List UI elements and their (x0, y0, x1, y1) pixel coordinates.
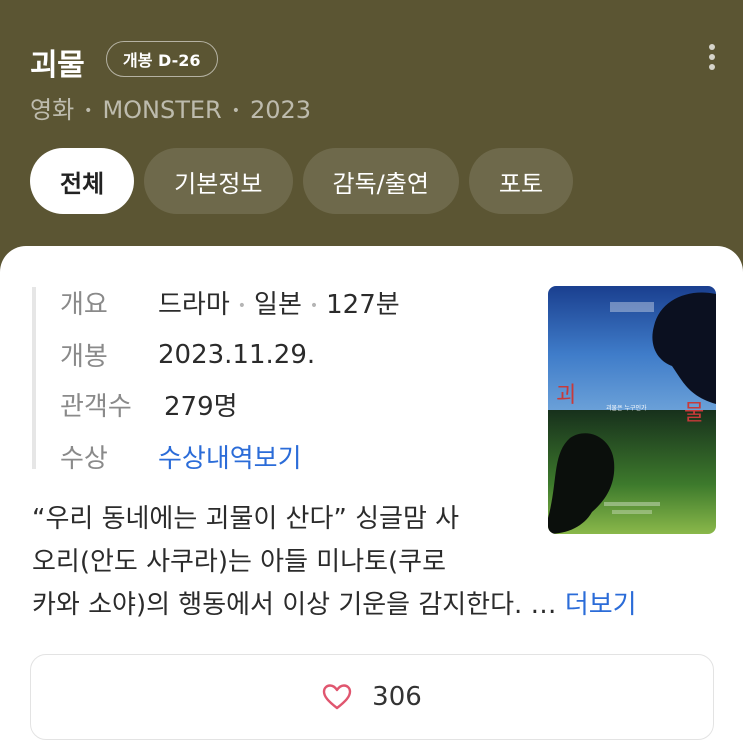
movie-title: 괴물 (30, 48, 85, 83)
synopsis-line-3-text: 카와 소야)의 행동에서 이상 기운을 감지한다. … (32, 590, 565, 620)
info-row-release: 개봉 2023.11.29. (60, 336, 315, 373)
info-key-overview: 개요 (60, 290, 108, 320)
release-date-value: 2023.11.29. (158, 339, 316, 370)
synopsis-line-3: 카와 소야)의 행동에서 이상 기운을 감지한다. … 더보기 (32, 584, 722, 627)
country-value: 일본 (254, 290, 302, 320)
like-button[interactable]: 306 (30, 654, 714, 740)
info-card: 개요 드라마 • 일본 • 127분 개봉 2023.11.29. 관객수 279명 수… (0, 246, 743, 753)
tab-director-cast[interactable]: 감독/출연 (302, 148, 459, 214)
release-dday-badge: 개봉 D-26 (106, 41, 218, 77)
poster-title-char-2: 물 (684, 401, 704, 426)
info-row-awards: 수상 수상내역보기 (60, 438, 302, 475)
poster-tagline: 괴물은 누구인가 (606, 404, 647, 412)
info-key-release: 개봉 (60, 342, 108, 372)
movie-header: 괴물 개봉 D-26 영화 • MONSTER • 2023 전체 기본정보 감독/출연… (0, 0, 743, 250)
info-row-overview: 개요 드라마 • 일본 • 127분 (60, 284, 400, 321)
synopsis: “우리 동네에는 괴물이 산다” 싱글맘 사 오리(안도 사쿠라)는 아들 미나… (32, 498, 722, 627)
info-divider (32, 287, 36, 469)
more-vertical-icon[interactable] (700, 42, 724, 72)
info-val-overview: 드라마 • 일본 • 127분 (158, 290, 400, 320)
synopsis-line-2: 오리(안도 사쿠라)는 아들 미나토(쿠로 (32, 547, 447, 577)
info-key-awards: 수상 (60, 444, 108, 474)
synopsis-line-1: “우리 동네에는 괴물이 산다” 싱글맘 사 (32, 504, 460, 534)
movie-subtitle: 영화 • MONSTER • 2023 (30, 96, 312, 124)
tab-basic-info[interactable]: 기본정보 (144, 148, 293, 214)
poster-title-char-1: 괴 (556, 383, 576, 408)
poster-image: 괴 물 괴물은 누구인가 (548, 286, 716, 534)
genre-value: 드라마 (158, 290, 230, 320)
tab-bar: 전체 기본정보 감독/출연 포토 (30, 148, 574, 214)
original-title: MONSTER (102, 96, 222, 124)
like-count: 306 (372, 682, 422, 712)
movie-poster[interactable]: 괴 물 괴물은 누구인가 (548, 286, 716, 534)
awards-link[interactable]: 수상내역보기 (158, 438, 302, 475)
audience-value: 279명 (164, 392, 238, 422)
info-key-audience: 관객수 (60, 392, 132, 422)
tab-all[interactable]: 전체 (30, 148, 135, 214)
more-link[interactable]: 더보기 (565, 590, 637, 620)
category-label: 영화 (30, 96, 75, 124)
info-row-audience: 관객수 279명 (60, 386, 238, 423)
heart-outline-icon (322, 684, 352, 710)
runtime-value: 127분 (326, 290, 400, 320)
tab-photo[interactable]: 포토 (468, 148, 574, 214)
release-year: 2023 (250, 96, 312, 124)
